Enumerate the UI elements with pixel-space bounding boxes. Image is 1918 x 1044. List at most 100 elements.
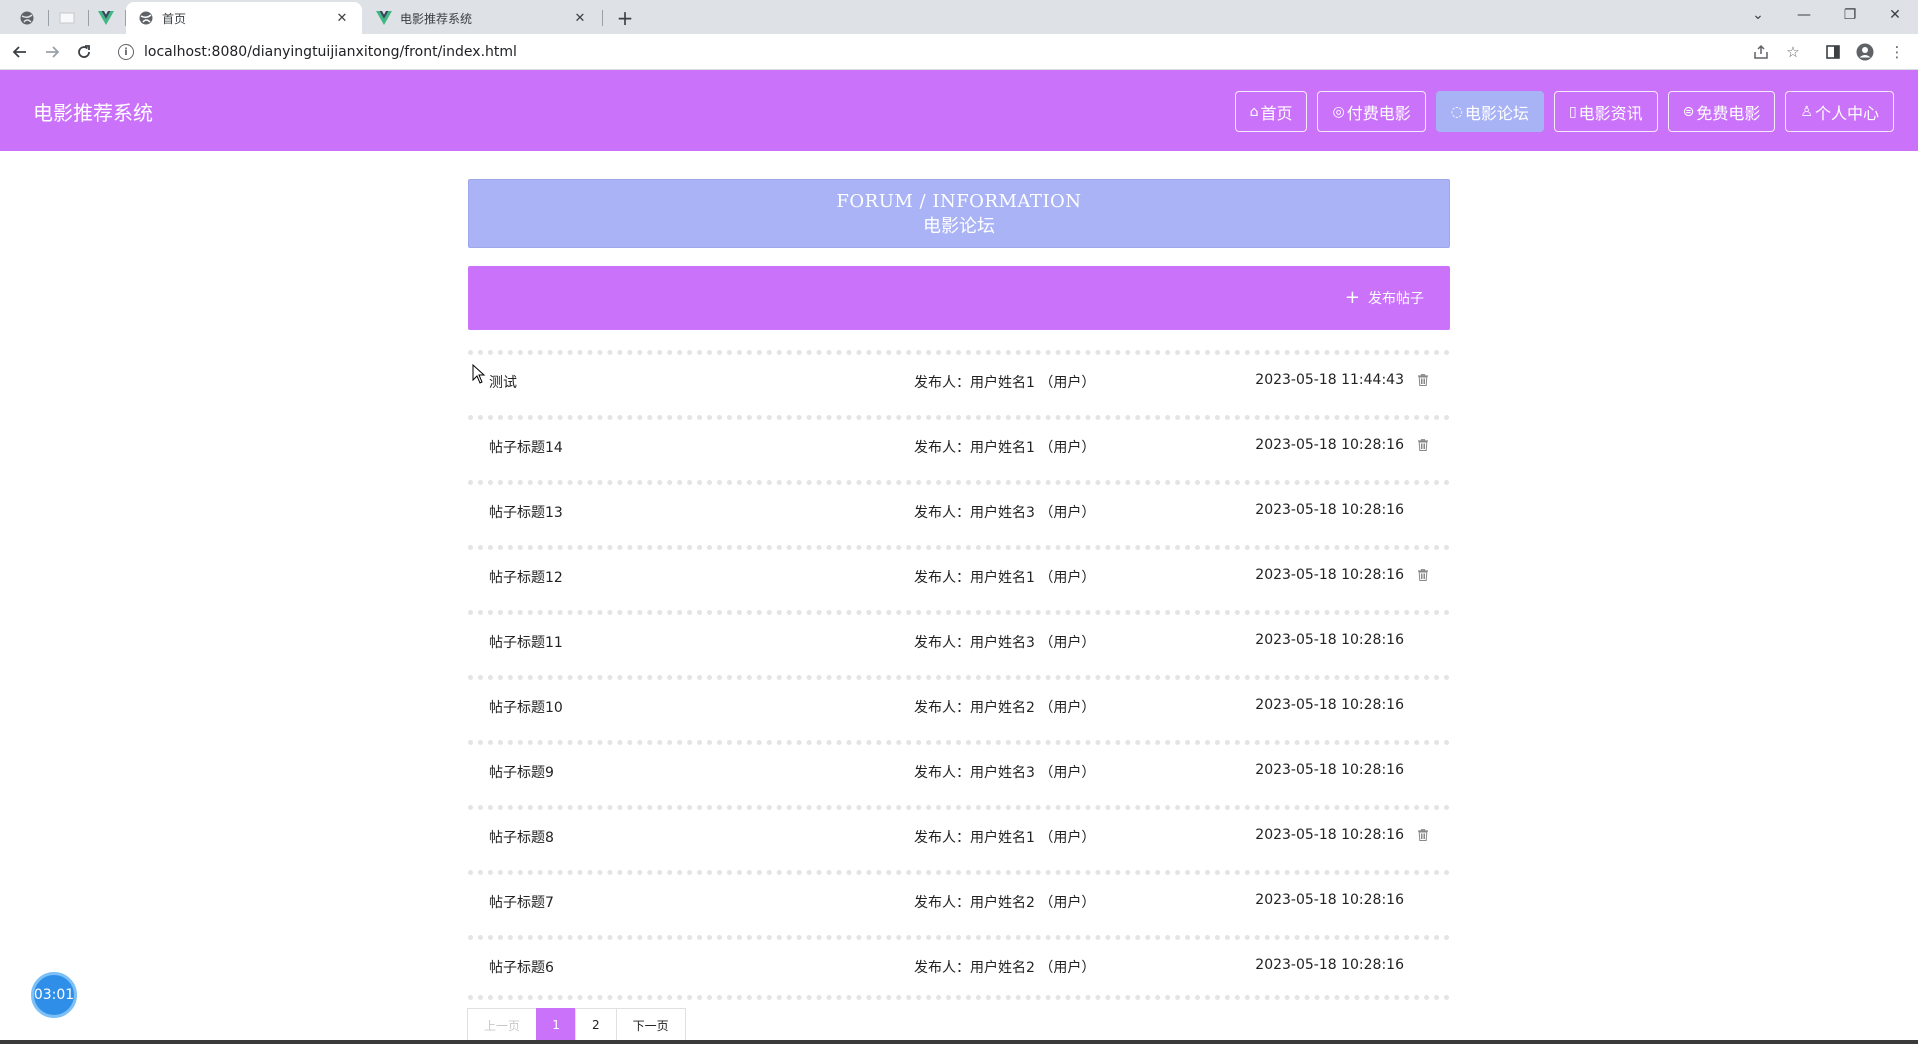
post-time: 2023-05-18 10:28:16 <box>1255 437 1404 453</box>
share-icon[interactable] <box>1748 40 1774 64</box>
post-row[interactable]: 帖子标题10 发布人：用户姓名2 （用户） 2023-05-18 10:28:16 <box>468 675 1450 740</box>
post-author: 发布人：用户姓名3 （用户） <box>914 635 1096 651</box>
tab-title: 首页 <box>162 11 187 26</box>
nav-movie-forum[interactable]: ◌ 电影论坛 <box>1435 91 1544 132</box>
film-icon: ◎ <box>1332 103 1345 120</box>
post-author: 发布人：用户姓名3 （用户） <box>914 765 1096 781</box>
tab-title: 电影推荐系统 <box>400 11 473 26</box>
site-brand[interactable]: 电影推荐系统 <box>33 97 153 126</box>
trash-icon[interactable] <box>1418 374 1428 386</box>
post-title[interactable]: 帖子标题13 <box>489 502 563 522</box>
post-row[interactable]: 帖子标题6 发布人：用户姓名2 （用户） 2023-05-18 10:28:16 <box>468 935 1450 1000</box>
post-author: 发布人：用户姓名2 （用户） <box>914 700 1096 716</box>
site-header: 电影推荐系统 ⌂ 首页 ◎ 付费电影 ◌ 电影论坛 ▯ 电影资讯 ⊜ 免费电影 … <box>0 70 1918 151</box>
publish-label: 发布帖子 <box>1368 291 1424 307</box>
close-icon[interactable]: ✕ <box>572 10 588 26</box>
trash-icon[interactable] <box>1418 829 1428 841</box>
post-time: 2023-05-18 10:28:16 <box>1255 697 1404 713</box>
post-row[interactable]: 帖子标题11 发布人：用户姓名3 （用户） 2023-05-18 10:28:16 <box>468 610 1450 675</box>
page-button-2[interactable]: 2 <box>575 1008 617 1042</box>
post-title[interactable]: 帖子标题7 <box>489 892 554 912</box>
pinned-tab-blank[interactable] <box>52 5 82 31</box>
post-title[interactable]: 帖子标题11 <box>489 632 563 652</box>
forward-button[interactable] <box>38 39 66 65</box>
minimize-button[interactable]: — <box>1781 0 1827 30</box>
post-time: 2023-05-18 10:28:16 <box>1255 827 1404 843</box>
new-tab-button[interactable]: + <box>612 6 638 30</box>
post-time: 2023-05-18 10:28:16 <box>1255 502 1404 518</box>
arrow-left-icon <box>12 46 26 58</box>
tab-search-icon[interactable]: ⌄ <box>1735 0 1781 30</box>
tab-separator <box>602 10 603 26</box>
post-title[interactable]: 帖子标题8 <box>489 827 554 847</box>
plus-icon: + <box>1344 287 1360 308</box>
post-title[interactable]: 测试 <box>489 372 517 392</box>
nav-label: 个人中心 <box>1814 103 1879 123</box>
user-icon: ♙ <box>1800 103 1813 120</box>
post-time: 2023-05-18 10:28:16 <box>1255 957 1404 973</box>
back-button[interactable] <box>6 39 34 65</box>
post-time: 2023-05-18 10:28:16 <box>1255 632 1404 648</box>
vue-logo-icon <box>98 11 114 25</box>
post-title[interactable]: 帖子标题6 <box>489 957 554 977</box>
tab-movie-system[interactable]: 电影推荐系统 ✕ <box>364 2 600 34</box>
nav-paid-movies[interactable]: ◎ 付费电影 <box>1317 91 1426 132</box>
close-window-button[interactable]: ✕ <box>1872 0 1918 30</box>
home-icon: ⌂ <box>1249 103 1259 120</box>
browser-tab-bar: 首页 ✕ 电影推荐系统 ✕ + ⌄ — ❐ ✕ <box>0 0 1918 34</box>
trash-icon[interactable] <box>1418 569 1428 581</box>
post-title[interactable]: 帖子标题12 <box>489 567 563 587</box>
banner-title-cn: 电影论坛 <box>923 216 995 237</box>
post-row[interactable]: 帖子标题7 发布人：用户姓名2 （用户） 2023-05-18 10:28:16 <box>468 870 1450 935</box>
tab-home[interactable]: 首页 ✕ <box>126 2 362 34</box>
post-row[interactable]: 帖子标题13 发布人：用户姓名3 （用户） 2023-05-18 10:28:16 <box>468 480 1450 545</box>
post-author: 发布人：用户姓名1 （用户） <box>914 570 1096 586</box>
post-title[interactable]: 帖子标题10 <box>489 697 563 717</box>
post-author: 发布人：用户姓名2 （用户） <box>914 960 1096 976</box>
publish-post-button[interactable]: + 发布帖子 <box>1345 288 1424 308</box>
nav-label: 付费电影 <box>1346 103 1411 123</box>
post-row[interactable]: 帖子标题9 发布人：用户姓名3 （用户） 2023-05-18 10:28:16 <box>468 740 1450 805</box>
nav-label: 首页 <box>1260 103 1293 123</box>
side-panel-icon[interactable] <box>1820 40 1846 64</box>
banner-title-en: FORUM / INFORMATION <box>836 191 1082 212</box>
post-title[interactable]: 帖子标题9 <box>489 762 554 782</box>
nav-label: 电影论坛 <box>1464 103 1529 123</box>
floating-timer-badge[interactable]: 03:01 <box>31 972 77 1018</box>
profile-icon[interactable] <box>1852 40 1878 64</box>
arrow-right-icon <box>46 46 60 58</box>
pinned-tab-vue[interactable] <box>91 5 121 31</box>
post-row[interactable]: 测试 发布人：用户姓名1 （用户） 2023-05-18 11:44:43 <box>468 350 1450 415</box>
post-row[interactable]: 帖子标题14 发布人：用户姓名1 （用户） 2023-05-18 10:28:16 <box>468 415 1450 480</box>
pagination: 上一页 1 2 下一页 <box>467 1008 686 1042</box>
tab-separator <box>88 10 89 26</box>
post-row[interactable]: 帖子标题12 发布人：用户姓名1 （用户） 2023-05-18 10:28:16 <box>468 545 1450 610</box>
site-info-icon[interactable]: i <box>118 44 134 60</box>
post-author: 发布人：用户姓名1 （用户） <box>914 375 1096 391</box>
bookmark-star-icon[interactable]: ☆ <box>1780 40 1806 64</box>
next-page-button[interactable]: 下一页 <box>615 1008 686 1042</box>
nav-label: 免费电影 <box>1696 103 1761 123</box>
reload-icon <box>78 45 90 58</box>
post-title[interactable]: 帖子标题14 <box>489 437 563 457</box>
trash-icon[interactable] <box>1418 439 1428 451</box>
nav-home[interactable]: ⌂ 首页 <box>1234 91 1308 132</box>
address-bar[interactable]: i localhost:8080/dianyingtuijianxitong/f… <box>106 38 1786 66</box>
pinned-tab-globe[interactable] <box>12 5 42 31</box>
reload-button[interactable] <box>70 39 98 65</box>
post-row[interactable]: 帖子标题8 发布人：用户姓名1 （用户） 2023-05-18 10:28:16 <box>468 805 1450 870</box>
nav-movie-news[interactable]: ▯ 电影资讯 <box>1553 91 1658 132</box>
blank-page-icon <box>59 12 75 24</box>
nav-personal-center[interactable]: ♙ 个人中心 <box>1785 91 1894 132</box>
gift-icon: ⊜ <box>1682 103 1695 120</box>
prev-page-button[interactable]: 上一页 <box>467 1008 538 1042</box>
tab-separator <box>48 10 49 26</box>
nav-label: 电影资讯 <box>1578 103 1643 123</box>
page-button-1[interactable]: 1 <box>536 1008 577 1042</box>
close-icon[interactable]: ✕ <box>334 10 350 26</box>
nav-free-movies[interactable]: ⊜ 免费电影 <box>1667 91 1776 132</box>
more-menu-icon[interactable]: ⋮ <box>1884 40 1910 64</box>
restore-button[interactable]: ❐ <box>1827 0 1873 30</box>
post-author: 发布人：用户姓名2 （用户） <box>914 895 1096 911</box>
post-time: 2023-05-18 11:44:43 <box>1255 372 1404 388</box>
